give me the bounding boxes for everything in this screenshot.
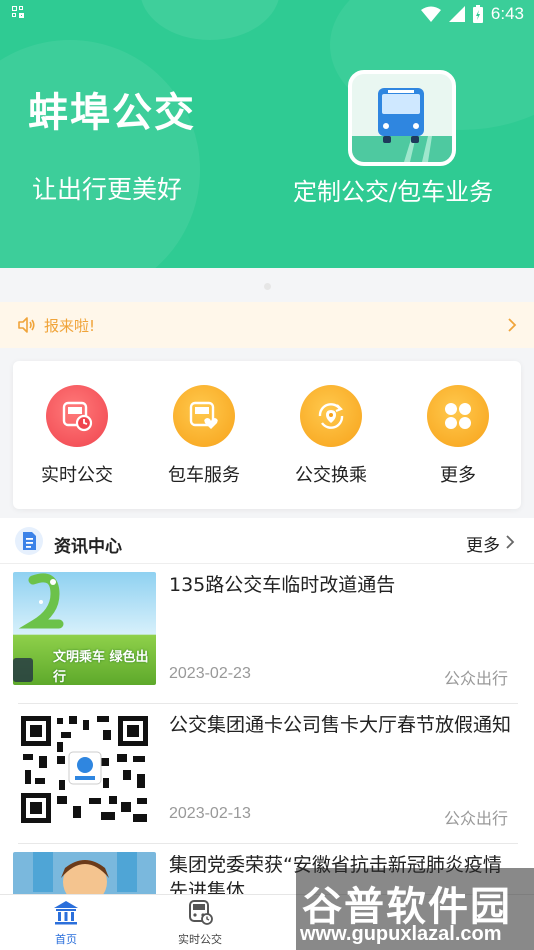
carousel-indicator <box>264 283 271 290</box>
chevron-right-icon[interactable] <box>504 533 516 551</box>
news-thumbnail: 文明乘车 绿色出行 <box>13 572 156 685</box>
news-title: 公交集团通卡公司售卡大厅春节放假通知 <box>169 714 512 736</box>
chevron-right-icon <box>508 318 517 332</box>
news-more-link[interactable]: 更多 <box>466 531 500 556</box>
grid-more-icon <box>427 385 489 447</box>
service-charter[interactable]: 包车服务 <box>140 385 268 487</box>
thumbnail-caption: 文明乘车 绿色出行 <box>53 650 149 685</box>
service-more[interactable]: 更多 <box>394 385 522 487</box>
service-realtime-bus[interactable]: 实时公交 <box>13 385 141 487</box>
home-icon <box>54 901 78 925</box>
news-title: 135路公交车临时改道通告 <box>169 574 396 596</box>
clock: 6:43 <box>490 4 524 23</box>
site-watermark: 谷普软件园 www.gupuxlazal.com <box>296 868 534 950</box>
news-item[interactable]: 文明乘车 绿色出行 135路公交车临时改道通告 2023-02-23 公众出行 <box>0 564 534 704</box>
news-section-title: 资讯中心 <box>54 537 122 557</box>
news-date: 2023-02-23 <box>169 665 251 682</box>
notification-icon <box>12 6 26 20</box>
status-bar: 6:43 <box>0 0 534 28</box>
service-label: 更多 <box>440 465 476 486</box>
tab-label: 首页 <box>55 933 77 946</box>
notice-bar[interactable]: 报来啦! <box>0 302 534 348</box>
bus-icon <box>189 900 213 925</box>
wifi-icon <box>420 6 441 22</box>
service-grid: 实时公交 包车服务 公交换乘 更多 <box>13 361 521 509</box>
news-item[interactable]: 公交集团通卡公司售卡大厅春节放假通知 2023-02-13 公众出行 <box>0 704 534 844</box>
watermark-url: www.gupuxlazal.com <box>300 923 502 945</box>
battery-icon <box>472 5 483 23</box>
qr-code-thumbnail <box>13 712 156 825</box>
news-source: 公众出行 <box>443 809 508 828</box>
service-label: 公交换乘 <box>295 465 367 486</box>
speaker-icon <box>18 317 35 333</box>
service-transfer[interactable]: 公交换乘 <box>267 385 395 487</box>
service-label: 实时公交 <box>41 465 113 486</box>
service-label: 包车服务 <box>168 465 240 486</box>
bus-clock-icon <box>46 385 108 447</box>
promo-text: 定制公交/包车业务 <box>293 178 494 206</box>
notice-text: 报来啦! <box>44 316 96 335</box>
news-header: 资讯中心 更多 <box>0 518 534 564</box>
bus-heart-icon <box>173 385 235 447</box>
signal-icon <box>448 6 465 22</box>
app-slogan: 让出行更美好 <box>32 175 183 204</box>
news-list: 文明乘车 绿色出行 135路公交车临时改道通告 2023-02-23 公众出行 <box>0 564 534 894</box>
transfer-icon <box>300 385 362 447</box>
tab-realtime-bus[interactable]: 实时公交 <box>150 899 250 947</box>
top-banner[interactable]: 6:43 蚌埠公交 让出行更美好 定制公交/包车业务 <box>0 0 534 268</box>
news-thumbnail <box>13 852 156 894</box>
app-title: 蚌埠公交 <box>28 90 196 136</box>
news-source: 公众出行 <box>443 669 508 688</box>
news-date: 2023-02-13 <box>169 805 251 822</box>
document-icon <box>15 527 43 555</box>
bus-promo-icon <box>348 70 456 166</box>
tab-label: 实时公交 <box>178 933 222 946</box>
tab-home[interactable]: 首页 <box>16 899 116 947</box>
